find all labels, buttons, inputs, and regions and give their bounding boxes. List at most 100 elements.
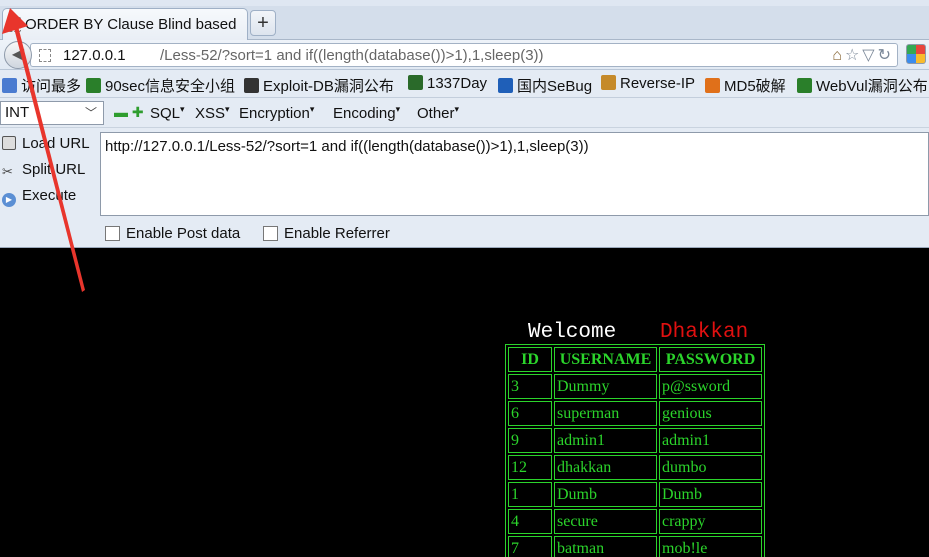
bookmark-label: Exploit-DB漏洞公布 [263, 78, 394, 95]
cell-password: dumbo [659, 455, 762, 480]
chevron-down-icon: ﹀ [84, 106, 97, 120]
table-header-row: ID USERNAME PASSWORD [508, 347, 762, 372]
bookmark-item[interactable]: MD5破解 [705, 75, 786, 96]
type-select[interactable]: INT ﹀ [0, 101, 104, 125]
menu-label: Encryption [239, 105, 310, 122]
header-username: USERNAME [554, 347, 657, 372]
menu-label: Encoding [333, 105, 396, 122]
cell-username: Dumb [554, 482, 657, 507]
hackbar-panel: Load URL ✂ Split URL ▶ Execute http://127.… [0, 128, 929, 248]
menu-label: Other [417, 105, 455, 122]
scissors-icon: ✂ [2, 164, 13, 179]
cell-username: batman [554, 536, 657, 557]
cell-id: 12 [508, 455, 552, 480]
cell-username: dhakkan [554, 455, 657, 480]
bookmark-item[interactable]: Exploit-DB漏洞公布 [244, 75, 394, 96]
back-button[interactable]: ◀ [4, 41, 32, 69]
star-icon[interactable]: ☆ [845, 47, 859, 64]
header-id: ID [508, 347, 552, 372]
plus-minus-icon[interactable]: ▬ ✚ [114, 104, 144, 121]
cell-id: 9 [508, 428, 552, 453]
page-content: Welcome Dhakkan ID USERNAME PASSWORD 3 Du… [0, 249, 929, 557]
bug-icon [797, 78, 812, 93]
bug-icon [86, 78, 101, 93]
bookmark-item[interactable]: 1337Day [408, 75, 487, 92]
back-arrow-icon: ◀ [11, 46, 25, 63]
reload-icon[interactable]: ↻ [878, 47, 891, 64]
new-tab-button[interactable]: + [250, 10, 276, 36]
menu-encoding[interactable]: Encoding▾ [333, 104, 400, 122]
bookmark-label: 国内SeBug [517, 78, 593, 95]
load-icon [2, 136, 16, 150]
cell-username: secure [554, 509, 657, 534]
bookmark-icon [2, 78, 17, 93]
menu-label: SQL [150, 105, 181, 122]
menu-encryption[interactable]: Encryption▾ [239, 104, 314, 122]
cell-id: 7 [508, 536, 552, 557]
checkbox[interactable] [105, 226, 120, 241]
users-table: ID USERNAME PASSWORD 3 Dummy p@ssword 6 sup… [505, 344, 765, 557]
cell-username: admin1 [554, 428, 657, 453]
bookmark-label: 1337Day [427, 75, 488, 92]
table-row: 4 secure crappy [508, 509, 762, 534]
menu-other[interactable]: Other▾ [417, 104, 459, 122]
cell-password: Dumb [659, 482, 762, 507]
hackbar-toolbar: INT ﹀ ▬ ✚ SQL▾ XSS▾ Encryption▾ Encoding… [0, 98, 929, 128]
welcome-name: Dhakkan [660, 321, 749, 344]
page-icon [7, 17, 21, 32]
site-identity-icon[interactable] [39, 49, 51, 62]
bookmark-label: Reverse-IP [620, 75, 696, 92]
s-icon [498, 78, 513, 93]
checkbox[interactable] [263, 226, 278, 241]
url-textarea[interactable]: http://127.0.0.1/Less-52/?sort=1 and if(… [100, 132, 929, 216]
execute-button[interactable]: ▶ Execute [2, 187, 76, 207]
split-url-button[interactable]: ✂ Split URL [2, 161, 85, 179]
split-url-label: Split URL [22, 161, 86, 178]
active-tab[interactable]: ORDER BY Clause Blind based [2, 8, 248, 40]
enable-referrer-label: Enable Referrer [284, 225, 390, 242]
cell-password: genious [659, 401, 762, 426]
bookmark-label: 90sec信息安全小组 [105, 78, 236, 95]
dropdown-icon[interactable]: ▽ [862, 47, 874, 64]
cell-password: crappy [659, 509, 762, 534]
menu-sql[interactable]: SQL▾ [150, 104, 185, 122]
table-row: 3 Dummy p@ssword [508, 374, 762, 399]
cell-password: admin1 [659, 428, 762, 453]
menu-label: XSS [195, 105, 226, 122]
cell-password: mob!le [659, 536, 762, 557]
bookmark-item[interactable]: Reverse-IP [601, 75, 695, 92]
bookmark-item[interactable]: WebVul漏洞公布 [797, 75, 928, 96]
tab-bar: ORDER BY Clause Blind based + [0, 6, 929, 40]
pencil-icon [601, 75, 616, 90]
type-select-value: INT [5, 104, 30, 121]
table-row: 6 superman genious [508, 401, 762, 426]
enable-referrer-checkbox[interactable]: Enable Referrer [263, 225, 390, 242]
bookmark-item[interactable]: 90sec信息安全小组 [86, 75, 235, 96]
execute-label: Execute [22, 187, 77, 204]
enable-post-checkbox[interactable]: Enable Post data [105, 225, 240, 242]
bookmark-label: 访问最多 [21, 78, 82, 95]
tab-title: ORDER BY Clause Blind based [25, 16, 237, 33]
menu-xss[interactable]: XSS▾ [195, 104, 230, 122]
cell-id: 6 [508, 401, 552, 426]
bookmark-item[interactable]: 国内SeBug [498, 75, 592, 96]
table-row: 7 batman mob!le [508, 536, 762, 557]
table-row: 9 admin1 admin1 [508, 428, 762, 453]
url-path: /Less-52/?sort=1 and if((length(database… [160, 47, 544, 64]
bookmarks-toolbar: 访问最多 90sec信息安全小组 Exploit-DB漏洞公布 1337Day … [0, 70, 929, 98]
cell-username: superman [554, 401, 657, 426]
bookmark-label: WebVul漏洞公布 [816, 78, 928, 95]
grid-icon [408, 75, 423, 90]
load-url-button[interactable]: Load URL [2, 135, 90, 152]
cell-id: 4 [508, 509, 552, 534]
search-engine-icon[interactable] [906, 44, 926, 64]
url-host: 127.0.0.1 [63, 47, 126, 64]
enable-post-label: Enable Post data [126, 225, 241, 242]
bookmark-item[interactable]: 访问最多 [2, 75, 81, 96]
table-row: 1 Dumb Dumb [508, 482, 762, 507]
home-icon[interactable]: ⌂ [832, 47, 842, 64]
address-bar[interactable]: 127.0.0.1 /Less-52/?sort=1 and if((lengt… [30, 43, 898, 67]
exploit-icon [244, 78, 259, 93]
navigation-bar: 127.0.0.1 /Less-52/?sort=1 and if((lengt… [0, 40, 929, 70]
cell-id: 3 [508, 374, 552, 399]
